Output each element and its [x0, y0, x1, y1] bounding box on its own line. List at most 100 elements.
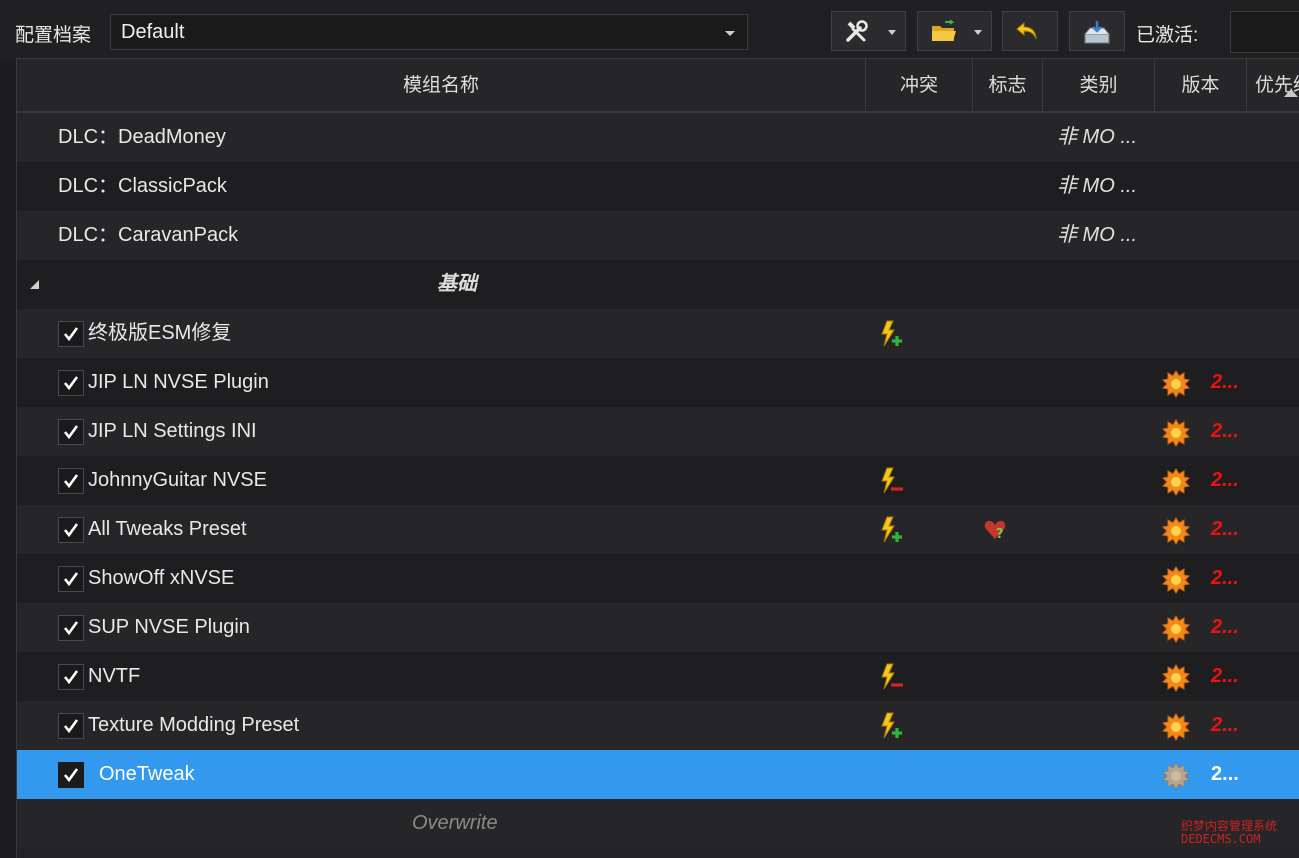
checkmark-icon — [63, 327, 79, 342]
table-row[interactable]: DLC：ClassicPack 非 MO ... 7 — [17, 162, 1299, 211]
enable-checkbox[interactable] — [58, 713, 84, 739]
mod-name: 终极版ESM修复 — [88, 322, 232, 344]
overwrite-name: Overwrite — [412, 812, 498, 834]
table-row[interactable]: DLC：CaravanPack 非 MO ... 8 — [17, 211, 1299, 260]
activated-count-field — [1230, 11, 1299, 53]
update-gear-icon — [1161, 615, 1191, 643]
enable-checkbox[interactable] — [58, 468, 84, 494]
mod-name: JohnnyGuitar NVSE — [88, 469, 267, 491]
enable-checkbox[interactable] — [58, 419, 84, 445]
update-gear-icon — [1161, 468, 1191, 496]
overwrite-row[interactable]: Overwrite — [17, 799, 1299, 848]
mod-name: Texture Modding Preset — [88, 714, 300, 736]
watermark: 织梦内容管理系统 DEDECMS.COM — [1181, 820, 1277, 846]
mod-version: 2... — [1211, 518, 1239, 540]
mod-version: 2... — [1211, 469, 1239, 491]
profile-select-value: Default — [121, 21, 185, 43]
mod-name: DLC：ClassicPack — [58, 175, 227, 197]
chevron-down-icon — [974, 30, 982, 35]
mod-priority: 15 — [1280, 554, 1299, 603]
enable-checkbox[interactable] — [58, 615, 84, 641]
mod-category: 非 MO ... — [1057, 175, 1137, 197]
checkmark-icon — [63, 621, 79, 636]
mod-name: SUP NVSE Plugin — [88, 616, 250, 638]
enable-checkbox[interactable] — [58, 370, 84, 396]
version-indicator — [1161, 713, 1191, 746]
mod-version: 2... — [1211, 567, 1239, 589]
table-row[interactable]: 终极版ESM修复 10 — [17, 309, 1299, 358]
lightning-minus-icon — [881, 663, 903, 690]
separator-row[interactable]: 基础 9 — [17, 260, 1299, 309]
archive-button[interactable] — [1069, 11, 1125, 51]
update-gear-icon — [1161, 419, 1191, 447]
version-indicator — [1161, 370, 1191, 403]
mod-priority: 18 — [1280, 701, 1299, 750]
mod-list-table[interactable]: 模组名称 冲突 标志 类别 版本 优先级 DLC：DeadMoney 非 MO .… — [16, 58, 1299, 858]
update-gear-icon — [1161, 566, 1191, 594]
update-gear-icon — [1161, 664, 1191, 692]
profile-select[interactable]: Default — [110, 14, 748, 50]
enable-checkbox[interactable] — [58, 664, 84, 690]
mod-version: 2... — [1211, 763, 1239, 785]
mod-name: ShowOff xNVSE — [88, 567, 235, 589]
column-header-flags[interactable]: 标志 — [973, 59, 1043, 112]
table-row[interactable]: ShowOff xNVSE 2... 15 — [17, 554, 1299, 603]
undo-button[interactable] — [1002, 11, 1058, 51]
lightning-minus-icon — [881, 467, 903, 494]
table-row[interactable]: JIP LN NVSE Plugin 2... 11 — [17, 358, 1299, 407]
checkmark-icon — [63, 523, 79, 538]
mod-priority: 9 — [1280, 260, 1299, 309]
checkmark-icon — [63, 719, 79, 734]
update-gear-icon — [1161, 713, 1191, 741]
column-header-version[interactable]: 版本 — [1155, 59, 1247, 112]
update-gear-icon — [1161, 370, 1191, 398]
profile-label: 配置档案 — [15, 25, 92, 46]
table-row[interactable]: All Tweaks Preset? 2... 14 — [17, 505, 1299, 554]
watermark-line2: DEDECMS.COM — [1181, 832, 1261, 846]
table-row[interactable]: SUP NVSE Plugin 2... 16 — [17, 603, 1299, 652]
column-header-category[interactable]: 类别 — [1043, 59, 1155, 112]
table-row[interactable]: OneTweak 2... 19 — [17, 750, 1299, 799]
open-folder-icon — [932, 20, 956, 41]
checkmark-icon — [63, 670, 79, 685]
archive-icon — [1084, 21, 1110, 44]
mod-priority: 6 — [1280, 113, 1299, 162]
svg-text:?: ? — [996, 527, 1004, 542]
mod-name: DLC：DeadMoney — [58, 126, 226, 148]
open-folder-button[interactable] — [917, 11, 992, 51]
column-header-conflicts[interactable]: 冲突 — [866, 59, 973, 112]
version-indicator — [1161, 468, 1191, 501]
column-header-priority[interactable]: 优先级 — [1247, 59, 1299, 112]
chevron-down-icon — [888, 30, 896, 35]
checkmark-icon — [63, 376, 79, 391]
enable-checkbox[interactable] — [58, 762, 84, 788]
table-row[interactable]: DLC：DeadMoney 非 MO ... 6 — [17, 113, 1299, 162]
enable-checkbox[interactable] — [58, 321, 84, 347]
update-gear-icon — [1161, 762, 1191, 790]
mod-priority: 13 — [1280, 456, 1299, 505]
tools-button[interactable] — [831, 11, 906, 51]
version-indicator — [1161, 615, 1191, 648]
version-indicator — [1161, 664, 1191, 697]
version-indicator — [1161, 762, 1191, 795]
enable-checkbox[interactable] — [58, 517, 84, 543]
mod-priority: 8 — [1280, 211, 1299, 260]
chevron-down-icon — [725, 31, 735, 36]
column-header-name[interactable]: 模组名称 — [17, 59, 866, 112]
lightning-plus-icon — [881, 320, 902, 347]
enable-checkbox[interactable] — [58, 566, 84, 592]
table-row[interactable]: JIP LN Settings INI 2... 12 — [17, 407, 1299, 456]
collapse-arrow-icon[interactable] — [30, 280, 39, 289]
table-row[interactable]: Texture Modding Preset 2... 18 — [17, 701, 1299, 750]
table-row[interactable]: JohnnyGuitar NVSE 2... 13 — [17, 456, 1299, 505]
mod-version: 2... — [1211, 714, 1239, 736]
table-header: 模组名称 冲突 标志 类别 版本 优先级 — [17, 58, 1299, 113]
activated-label: 已激活: — [1136, 25, 1199, 46]
flag-indicator: ? — [983, 517, 1009, 548]
table-row[interactable]: NVTF 2... 17 — [17, 652, 1299, 701]
mod-priority: 10 — [1280, 309, 1299, 358]
mod-priority: 14 — [1280, 505, 1299, 554]
lightning-plus-icon — [881, 516, 902, 543]
undo-icon — [1016, 21, 1037, 40]
checkmark-icon — [63, 768, 79, 783]
